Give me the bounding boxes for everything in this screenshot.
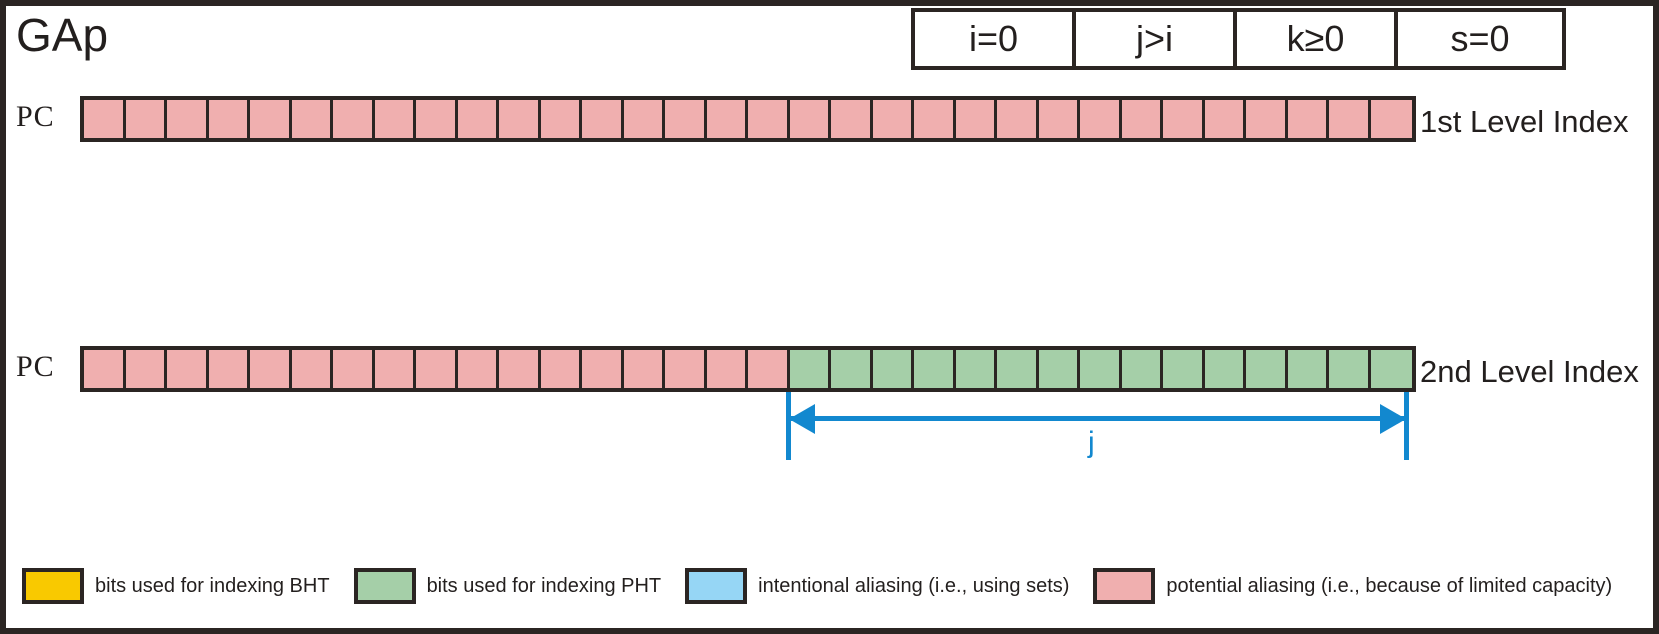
bit-cell xyxy=(540,100,582,138)
bit-cell xyxy=(1080,350,1122,388)
bit-cell xyxy=(582,100,624,138)
diagram-canvas: GAp i=0 j>i k≥0 s=0 PC 1st Level Index PC 2… xyxy=(0,0,1659,634)
bit-cell xyxy=(872,100,914,138)
row-2-bit-vector xyxy=(80,346,1416,392)
legend: bits used for indexing BHT bits used for … xyxy=(22,568,1636,604)
bit-cell xyxy=(665,350,707,388)
measure-span-line xyxy=(791,416,1405,421)
bit-cell xyxy=(333,100,375,138)
legend-item-3: potential aliasing (i.e., because of lim… xyxy=(1093,568,1612,604)
bit-cell xyxy=(914,350,956,388)
bit-cell xyxy=(499,350,541,388)
legend-label: intentional aliasing (i.e., using sets) xyxy=(758,574,1070,597)
condition-cell-2: k≥0 xyxy=(1237,12,1398,66)
bit-cell xyxy=(706,100,748,138)
bit-cell xyxy=(374,350,416,388)
row-1-source-label: PC xyxy=(16,100,55,133)
bit-cell xyxy=(1329,100,1371,138)
legend-swatch-yellow xyxy=(22,568,84,604)
bit-cell xyxy=(955,350,997,388)
row-1-index-label: 1st Level Index xyxy=(1420,104,1629,139)
bit-cell xyxy=(540,350,582,388)
bit-cell xyxy=(250,350,292,388)
bit-cell xyxy=(1121,350,1163,388)
bit-cell xyxy=(1163,100,1205,138)
bit-cell xyxy=(416,100,458,138)
frame-border-right xyxy=(1653,0,1659,634)
arrow-left-icon xyxy=(789,404,815,434)
condition-box-group: i=0 j>i k≥0 s=0 xyxy=(911,8,1566,70)
condition-cell-3: s=0 xyxy=(1398,12,1562,66)
legend-item-0: bits used for indexing BHT xyxy=(22,568,330,604)
bit-cell xyxy=(250,100,292,138)
legend-swatch-blue xyxy=(685,568,748,604)
legend-label: potential aliasing (i.e., because of lim… xyxy=(1166,574,1613,597)
frame-border-left xyxy=(0,0,6,634)
bit-cell xyxy=(333,350,375,388)
bit-cell xyxy=(665,100,707,138)
bit-cell xyxy=(208,100,250,138)
bit-cell xyxy=(748,100,790,138)
bit-cell xyxy=(997,100,1039,138)
bit-cell xyxy=(1370,100,1412,138)
bit-cell xyxy=(374,100,416,138)
bit-cell xyxy=(457,100,499,138)
legend-item-1: bits used for indexing PHT xyxy=(353,568,662,604)
bit-cell xyxy=(831,350,873,388)
bit-cell xyxy=(291,100,333,138)
bit-cell xyxy=(955,100,997,138)
condition-cell-0: i=0 xyxy=(915,12,1076,66)
bit-cell xyxy=(1287,350,1329,388)
legend-label: bits used for indexing BHT xyxy=(95,574,330,597)
bit-cell xyxy=(623,100,665,138)
row-2-source-label: PC xyxy=(16,350,55,383)
bit-cell xyxy=(914,100,956,138)
row-2-index-label: 2nd Level Index xyxy=(1420,354,1639,389)
bit-cell xyxy=(1204,350,1246,388)
frame-border-bottom xyxy=(0,628,1659,634)
bit-cell xyxy=(125,100,167,138)
bit-cell xyxy=(416,350,458,388)
bit-cell xyxy=(748,350,790,388)
bit-cell xyxy=(167,100,209,138)
bit-cell xyxy=(789,350,831,388)
bit-cell xyxy=(872,350,914,388)
legend-label: bits used for indexing PHT xyxy=(426,574,662,597)
legend-item-2: intentional aliasing (i.e., using sets) xyxy=(685,568,1069,604)
legend-swatch-pink xyxy=(1093,568,1156,604)
bit-cell xyxy=(1287,100,1329,138)
bit-cell xyxy=(997,350,1039,388)
diagram-title: GAp xyxy=(16,9,109,61)
measure-label: j xyxy=(1088,426,1095,459)
bit-cell xyxy=(1038,350,1080,388)
bit-cell xyxy=(84,100,126,138)
bit-cell xyxy=(84,350,126,388)
bit-cell xyxy=(167,350,209,388)
bit-cell xyxy=(457,350,499,388)
bit-cell xyxy=(499,100,541,138)
bit-cell xyxy=(1163,350,1205,388)
row-1-bit-vector xyxy=(80,96,1416,142)
bit-cell xyxy=(1370,350,1412,388)
bit-cell xyxy=(789,100,831,138)
bit-cell xyxy=(706,350,748,388)
bit-cell xyxy=(1038,100,1080,138)
bit-cell xyxy=(1246,350,1288,388)
bit-cell xyxy=(208,350,250,388)
arrow-right-icon xyxy=(1380,404,1406,434)
bit-cell xyxy=(291,350,333,388)
bit-cell xyxy=(582,350,624,388)
frame-border-top xyxy=(0,0,1659,6)
bit-cell xyxy=(1329,350,1371,388)
bit-cell xyxy=(1080,100,1122,138)
bit-cell xyxy=(1204,100,1246,138)
bit-cell xyxy=(1246,100,1288,138)
bit-cell xyxy=(623,350,665,388)
legend-swatch-green xyxy=(353,568,416,604)
bit-cell xyxy=(831,100,873,138)
bit-cell xyxy=(1121,100,1163,138)
condition-cell-1: j>i xyxy=(1076,12,1237,66)
bit-cell xyxy=(125,350,167,388)
